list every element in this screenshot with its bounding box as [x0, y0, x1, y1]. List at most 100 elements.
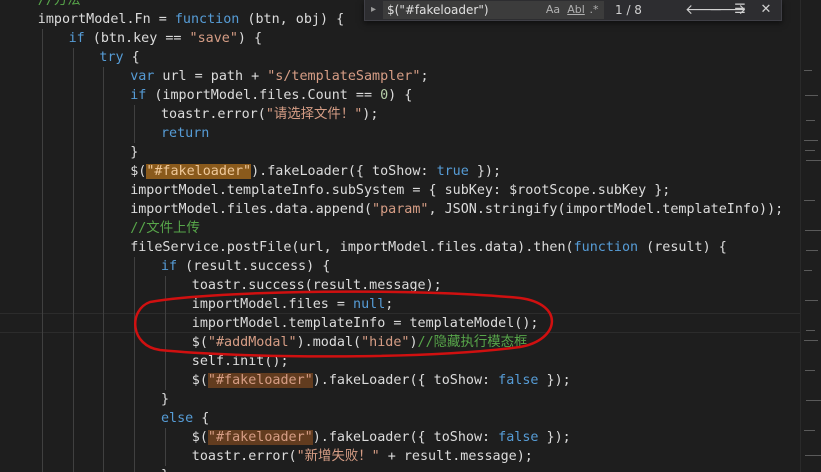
code-line[interactable]: $("#fakeloader").fakeLoader({ toShow: tr…: [130, 162, 501, 181]
regex-toggle[interactable]: .*: [587, 2, 601, 17]
minimap-line: [804, 140, 818, 141]
minimap-line: [805, 370, 815, 371]
code-token: ) {: [237, 31, 263, 46]
code-token: , JSON.stringify(importModel.templateInf…: [428, 202, 784, 217]
toggle-replace-icon[interactable]: ▸: [371, 3, 381, 17]
minimap-line: [806, 250, 818, 251]
code-line[interactable]: else {: [161, 409, 209, 428]
code-token: (btn.key ==: [84, 31, 190, 46]
code-token: (importModel.files.Count ==: [146, 88, 381, 103]
code-token: }: [161, 468, 169, 472]
code-line[interactable]: if (result.success) {: [161, 257, 330, 276]
code-line[interactable]: self.init();: [192, 352, 289, 371]
match-count: 1 / 8: [615, 3, 642, 17]
code-token: try: [99, 50, 124, 65]
code-token: {: [123, 50, 140, 65]
indent-guide: [103, 67, 105, 472]
code-token: });: [468, 164, 502, 179]
code-token: ;: [385, 297, 394, 312]
indent-guide: [134, 105, 136, 143]
code-token: {: [193, 411, 210, 426]
code-token: toastr.success(result.message);: [191, 278, 442, 293]
minimap[interactable]: [800, 0, 821, 472]
code-line[interactable]: }: [161, 390, 169, 409]
code-line[interactable]: }: [161, 466, 169, 472]
code-editor[interactable]: //方法 importModel.Fn = function (btn, obj)…: [0, 0, 800, 472]
find-match-highlight: "#fakeloader": [207, 430, 313, 445]
minimap-line: [805, 150, 815, 151]
code-line[interactable]: }: [130, 143, 138, 162]
code-line[interactable]: var url = path + "s/templateSampler";: [130, 67, 428, 86]
code-token: self.init();: [191, 354, 289, 369]
find-widget: ▸ Aa Abl .* 1 / 8 🡐 🡒 ☰ ✕: [364, 0, 782, 21]
code-line[interactable]: importModel.files = null;: [192, 295, 394, 314]
code-token: ).modal(: [296, 335, 362, 350]
code-token: //文件上传: [130, 221, 200, 236]
code-token: $(: [191, 373, 208, 388]
code-token: $(: [130, 164, 147, 179]
code-token: ): [409, 335, 418, 350]
code-line[interactable]: fileService.postFile(url, importModel.fi…: [130, 238, 727, 257]
find-match-highlight: "#fakeloader": [146, 164, 252, 179]
code-line[interactable]: importModel.Fn = function (btn, obj) {: [38, 10, 344, 29]
code-token: $(: [191, 335, 208, 350]
code-line[interactable]: //方法: [38, 0, 81, 10]
minimap-line: [804, 270, 812, 271]
code-line[interactable]: //文件上传: [130, 219, 200, 238]
code-token: "hide": [361, 335, 410, 350]
code-line[interactable]: toastr.error("新增失败！" + result.message);: [192, 447, 533, 466]
code-line[interactable]: $("#fakeloader").fakeLoader({ toShow: fa…: [192, 371, 571, 390]
code-token: importModel.files.data.append(: [130, 202, 373, 217]
code-line[interactable]: try {: [99, 48, 139, 67]
code-token: (result) {: [638, 240, 727, 255]
match-case-toggle[interactable]: Aa: [543, 2, 563, 17]
code-line[interactable]: toastr.success(result.message);: [192, 276, 442, 295]
indent-guide: [41, 29, 43, 472]
selection-icon[interactable]: ☰: [731, 1, 749, 19]
minimap-line: [805, 455, 821, 456]
code-line[interactable]: $("#fakeloader").fakeLoader({ toShow: fa…: [192, 428, 571, 447]
code-token: importModel.templateInfo = templateModel…: [191, 316, 539, 331]
code-token: //方法: [37, 0, 81, 8]
code-line[interactable]: if (btn.key == "save") {: [69, 29, 263, 48]
code-token: "param": [372, 202, 429, 217]
code-line[interactable]: importModel.templateInfo = templateModel…: [192, 314, 539, 333]
code-token: toastr.error(: [191, 449, 297, 464]
code-token: toastr.error(: [161, 107, 266, 122]
code-line[interactable]: importModel.files.data.append("param", J…: [130, 200, 783, 219]
code-token: if: [161, 259, 178, 274]
code-token: true: [436, 164, 469, 179]
code-token: ) {: [388, 88, 413, 103]
arrow-up-icon[interactable]: 🡐: [685, 1, 723, 19]
code-token: );: [362, 107, 379, 122]
code-token: "save": [189, 31, 238, 46]
code-token: else: [161, 411, 194, 426]
close-icon[interactable]: ✕: [757, 1, 775, 19]
code-token: importModel.files =: [191, 297, 354, 312]
code-token: if: [130, 88, 147, 103]
minimap-line: [806, 160, 821, 161]
indent-guide: [165, 276, 166, 390]
indent-guide: [165, 428, 166, 466]
code-token: if: [68, 31, 85, 46]
code-token: function: [573, 240, 639, 255]
arrow-down-icon[interactable]: 🡒: [709, 1, 747, 19]
code-line[interactable]: return: [161, 124, 209, 143]
code-token: "新增失败！": [296, 449, 380, 464]
code-token: });: [538, 430, 571, 445]
code-line[interactable]: toastr.error("请选择文件！");: [161, 105, 378, 124]
code-token: (btn, obj) {: [239, 12, 345, 27]
find-match-highlight: "#fakeloader": [207, 373, 313, 388]
code-token: "请选择文件！": [265, 107, 363, 122]
code-token: ).fakeLoader({ toShow:: [251, 164, 437, 179]
indent-guide: [72, 48, 74, 472]
code-line[interactable]: $("#addModal").modal("hide")//隐藏执行模态框: [192, 333, 528, 352]
minimap-line: [804, 340, 818, 341]
code-line[interactable]: importModel.templateInfo.subSystem = { s…: [130, 181, 670, 200]
whole-word-toggle[interactable]: Abl: [566, 2, 586, 17]
code-token: false: [498, 430, 539, 445]
minimap-line: [806, 120, 815, 121]
code-line[interactable]: if (importModel.files.Count == 0) {: [130, 86, 412, 105]
code-token: + result.message);: [379, 449, 533, 464]
minimap-line: [806, 330, 815, 331]
